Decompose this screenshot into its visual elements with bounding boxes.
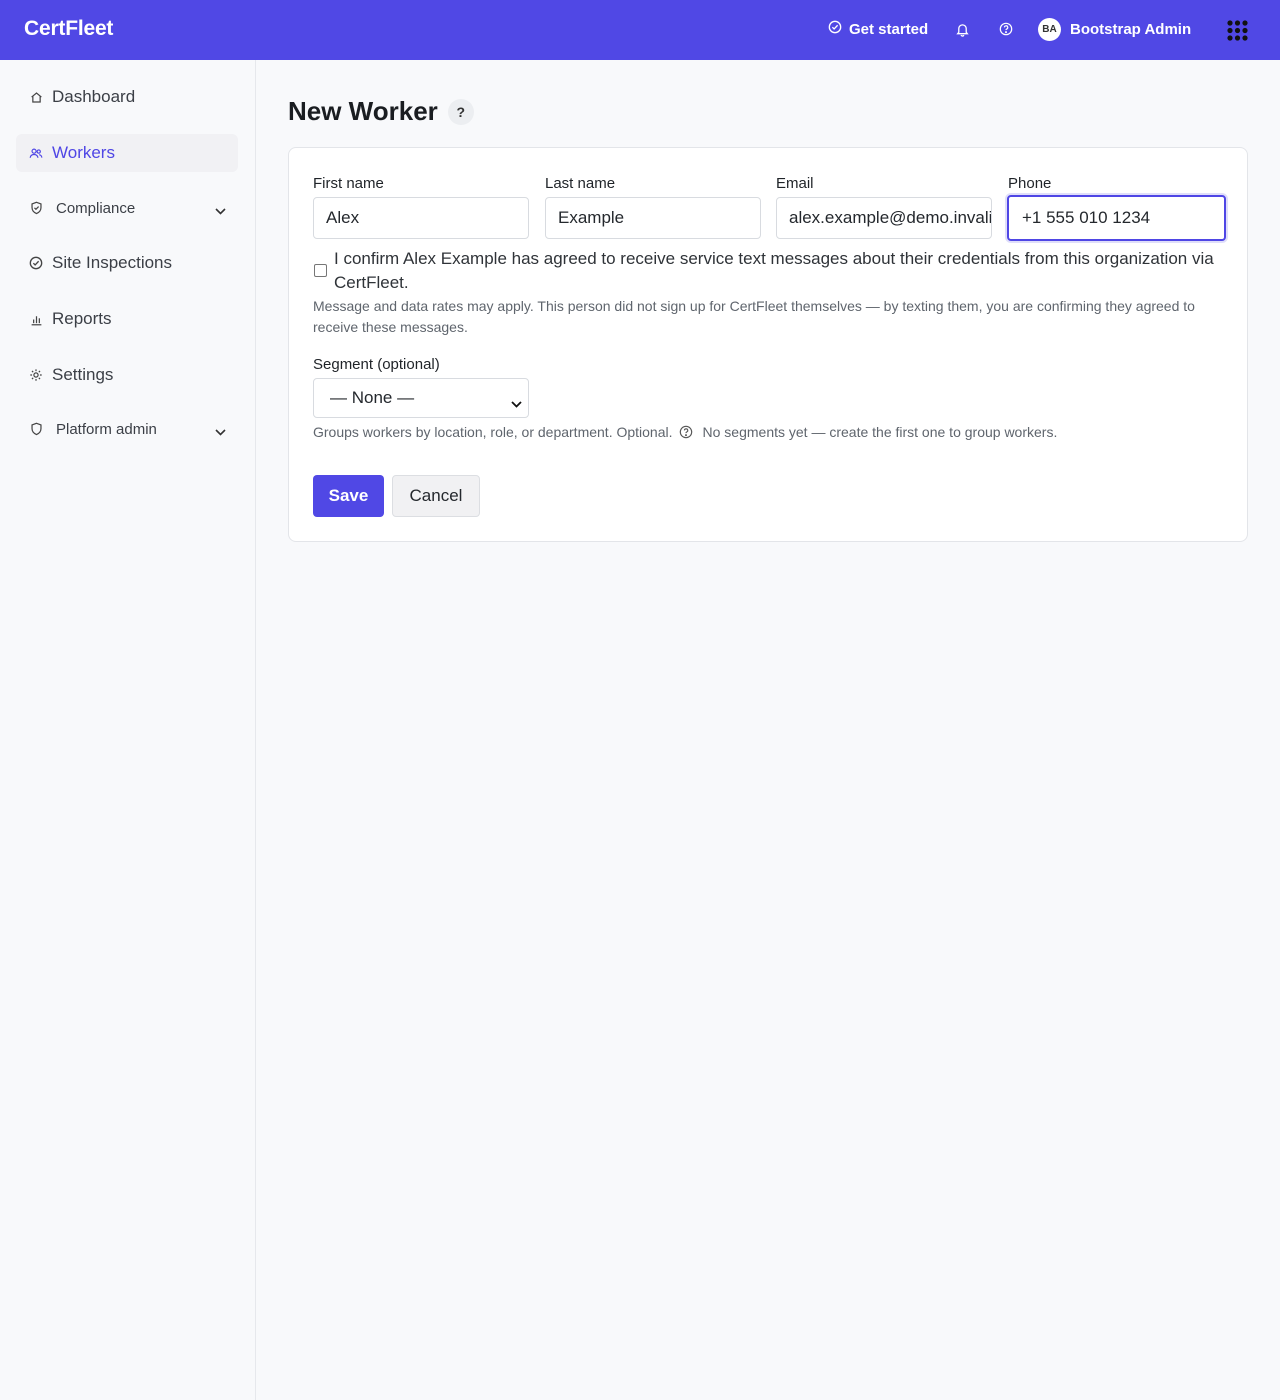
check-circle-icon — [828, 20, 842, 38]
question-circle-icon[interactable] — [999, 22, 1013, 41]
sidebar-item-compliance[interactable]: Compliance — [16, 189, 238, 227]
email-label: Email — [776, 175, 814, 192]
sidebar-item-label: Reports — [52, 309, 112, 328]
phone-field[interactable]: +1 555 010 1234 — [1007, 195, 1226, 241]
chevron-down-icon — [215, 202, 226, 219]
check-circle-icon — [28, 256, 44, 270]
first-name-label: First name — [313, 175, 384, 192]
chevron-down-icon — [215, 423, 226, 440]
home-icon — [28, 91, 44, 104]
segment-hint: Groups workers by location, role, or dep… — [313, 424, 1057, 440]
sidebar-item-dashboard[interactable]: Dashboard — [16, 78, 238, 116]
first-name-field[interactable]: Alex — [313, 197, 529, 239]
grid-dots-icon[interactable] — [1227, 20, 1248, 46]
sms-consent-checkbox[interactable] — [314, 264, 327, 277]
sidebar-item-label: Dashboard — [52, 87, 136, 106]
page-title: New Worker — [288, 96, 438, 126]
segment-select[interactable]: — None — — [313, 378, 529, 418]
sidebar-item-label: Workers — [52, 143, 115, 162]
user-menu[interactable]: BA Bootstrap Admin — [1038, 18, 1191, 41]
email-field[interactable]: alex.example@demo.invalid — [776, 197, 992, 239]
shield-icon — [28, 422, 44, 436]
sidebar-item-label: Settings — [52, 365, 114, 384]
sidebar: Dashboard Workers Compliance Site Inspec… — [0, 60, 256, 1400]
sidebar-item-workers[interactable]: Workers — [16, 134, 238, 172]
segment-label: Segment (optional) — [313, 356, 440, 373]
last-name-field[interactable]: Example — [545, 197, 761, 239]
get-started-button[interactable]: Get started — [828, 20, 928, 38]
users-icon — [28, 147, 44, 160]
sidebar-item-label: Site Inspections — [52, 253, 173, 272]
cancel-button[interactable]: Cancel — [392, 475, 480, 517]
sms-consent-label[interactable]: I confirm Alex Example has agreed to rec… — [334, 247, 1234, 295]
help-button[interactable]: ? — [447, 98, 474, 125]
question-circle-icon — [679, 425, 693, 439]
phone-label: Phone — [1008, 175, 1052, 192]
page-title-row: New Worker ? — [288, 96, 474, 127]
sidebar-item-reports[interactable]: Reports — [16, 300, 238, 338]
last-name-label: Last name — [545, 175, 616, 192]
gear-icon — [28, 368, 44, 382]
sidebar-item-site-inspections[interactable]: Site Inspections — [16, 244, 238, 282]
segment-empty-note: No segments yet — create the first one t… — [702, 424, 1058, 440]
save-button[interactable]: Save — [313, 475, 384, 517]
sidebar-item-label: Compliance — [56, 199, 136, 217]
segment-hint-text: Groups workers by location, role, or dep… — [313, 424, 673, 440]
avatar: BA — [1038, 18, 1061, 41]
sms-consent-hint: Message and data rates may apply. This p… — [313, 298, 1195, 335]
user-name: Bootstrap Admin — [1070, 21, 1192, 38]
chevron-down-icon — [511, 393, 522, 413]
shield-check-icon — [28, 201, 44, 215]
sidebar-item-settings[interactable]: Settings — [16, 356, 238, 394]
sidebar-item-label: Platform admin — [56, 420, 157, 438]
segment-selected-value: — None — — [330, 388, 415, 407]
top-navbar: CertFleet Get started BA Bootstrap Admin — [0, 0, 1280, 60]
bell-icon[interactable] — [956, 22, 969, 42]
brand-logo[interactable]: CertFleet — [24, 17, 113, 41]
new-worker-form: First name Alex Last name Example Email … — [288, 147, 1248, 542]
bar-chart-icon — [28, 313, 44, 326]
get-started-label: Get started — [849, 20, 929, 38]
sidebar-item-platform-admin[interactable]: Platform admin — [16, 410, 238, 448]
